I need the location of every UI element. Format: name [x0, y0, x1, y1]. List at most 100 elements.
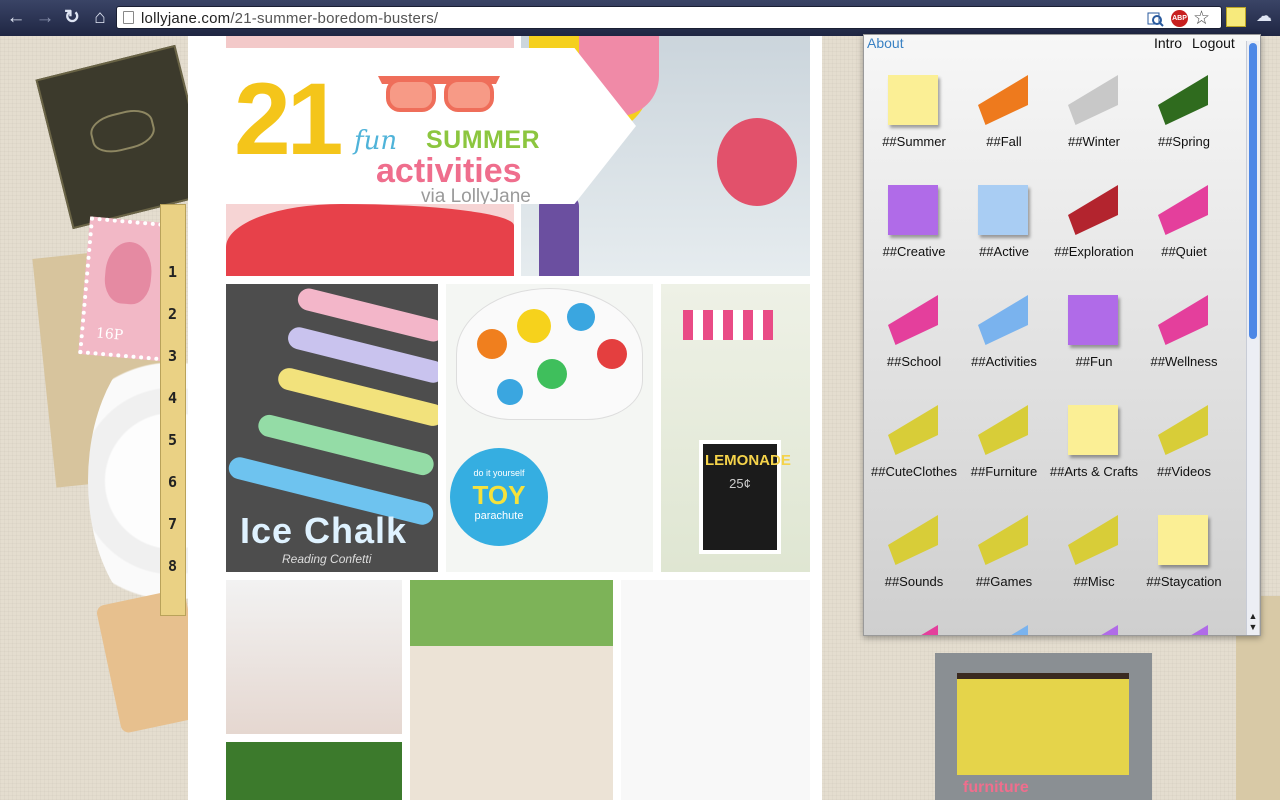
sticky-note-icon[interactable]	[1158, 405, 1208, 455]
category-note[interactable]	[1134, 625, 1224, 635]
sticky-note-icon[interactable]	[978, 75, 1028, 125]
sticky-note-icon[interactable]	[1158, 295, 1208, 345]
ruler-number: 3	[168, 347, 178, 365]
category-label[interactable]: ##Fall	[954, 134, 1054, 149]
furniture-photo[interactable]: furniture	[935, 653, 1152, 800]
sticky-note-icon[interactable]	[888, 515, 938, 565]
home-icon[interactable]: ⌂	[89, 7, 111, 29]
category-label[interactable]: ##Staycation	[1134, 574, 1234, 589]
sponge-balls-photo[interactable]	[226, 742, 402, 800]
category-note[interactable]: ##Creative	[864, 185, 954, 285]
category-note[interactable]: ##Spring	[1134, 75, 1224, 175]
category-label[interactable]: ##Spring	[1134, 134, 1234, 149]
intro-link[interactable]: Intro	[1154, 35, 1182, 51]
sticky-note-icon[interactable]	[1068, 405, 1118, 455]
sticky-note-icon[interactable]	[978, 405, 1028, 455]
finger-puppets-photo[interactable]	[226, 580, 402, 734]
cloud-icon[interactable]: ☁	[1253, 7, 1275, 27]
category-note[interactable]: ##Arts & Crafts	[1044, 405, 1138, 505]
sticky-note-icon[interactable]	[978, 295, 1028, 345]
category-label[interactable]: ##Summer	[864, 134, 964, 149]
sticky-note-icon[interactable]	[978, 185, 1028, 235]
category-note[interactable]: ##Active	[954, 185, 1044, 285]
category-label[interactable]: ##Activities	[954, 354, 1054, 369]
category-label[interactable]: ##Winter	[1044, 134, 1144, 149]
sticky-note-icon[interactable]	[1158, 515, 1208, 565]
toy-parachute-photo[interactable]: do it yourself TOY parachute	[446, 284, 653, 572]
logout-link[interactable]: Logout	[1192, 35, 1235, 51]
category-note[interactable]: ##Misc	[1044, 515, 1134, 615]
category-note[interactable]: ##Activities	[954, 295, 1044, 395]
lookup-icon[interactable]	[1147, 10, 1164, 27]
back-arrow-icon[interactable]: ←	[5, 7, 27, 29]
star-icon[interactable]: ☆	[1193, 9, 1210, 28]
sticky-note-icon[interactable]	[978, 515, 1028, 565]
sticky-note-icon[interactable]	[1158, 625, 1208, 635]
category-label[interactable]: ##Creative	[864, 244, 964, 259]
badge-sub-text: parachute	[474, 510, 524, 522]
category-label[interactable]: ##Quiet	[1134, 244, 1234, 259]
category-note[interactable]: ##Summer	[864, 75, 954, 175]
category-note[interactable]: ##Videos	[1134, 405, 1224, 505]
adblock-icon[interactable]: ABP	[1171, 10, 1188, 27]
scrollbar-thumb[interactable]	[1249, 43, 1257, 339]
sticky-note-icon[interactable]	[888, 75, 938, 125]
category-label[interactable]: ##Videos	[1134, 464, 1234, 479]
popup-scrollbar[interactable]: ▲ ▼	[1246, 41, 1259, 635]
category-note[interactable]	[864, 625, 954, 635]
scroll-down-arrow[interactable]: ▼	[1247, 622, 1259, 633]
reload-icon[interactable]: ↻	[61, 7, 83, 29]
category-note[interactable]	[954, 625, 1044, 635]
sticky-note-icon[interactable]	[1068, 295, 1118, 345]
category-note[interactable]: ##Wellness	[1134, 295, 1224, 395]
address-bar[interactable]: lollyjane.com/21-summer-boredom-busters/…	[116, 6, 1222, 29]
sticky-note-icon[interactable]	[978, 625, 1028, 635]
scroll-arrows[interactable]: ▲ ▼	[1247, 611, 1259, 633]
sticky-note-icon[interactable]	[1158, 185, 1208, 235]
category-note[interactable]: ##Winter	[1044, 75, 1134, 175]
category-note[interactable]: ##CuteClothes	[864, 405, 957, 505]
lemonade-price: 25¢	[729, 476, 751, 491]
sticky-note-icon[interactable]	[888, 625, 938, 635]
sticky-note-icon[interactable]	[1068, 515, 1118, 565]
category-note[interactable]: ##Exploration	[1044, 185, 1134, 285]
category-note[interactable]: ##Games	[954, 515, 1044, 615]
sticky-note-icon[interactable]	[1068, 185, 1118, 235]
about-link[interactable]: About	[867, 35, 904, 51]
sticky-note-icon[interactable]	[1068, 625, 1118, 635]
category-label[interactable]: ##Misc	[1044, 574, 1144, 589]
category-note[interactable]: ##Fun	[1044, 295, 1134, 395]
category-label[interactable]: ##School	[864, 354, 964, 369]
category-note[interactable]: ##Quiet	[1134, 185, 1224, 285]
category-label[interactable]: ##Sounds	[864, 574, 964, 589]
sticky-note-icon[interactable]	[888, 405, 938, 455]
category-label[interactable]: ##Exploration	[1044, 244, 1144, 259]
sticky-note-icon[interactable]	[888, 295, 938, 345]
sticky-note-icon[interactable]	[1068, 75, 1118, 125]
category-label[interactable]: ##Wellness	[1134, 354, 1234, 369]
sticky-note-icon[interactable]	[1226, 7, 1246, 27]
category-label[interactable]: ##CuteClothes	[864, 464, 964, 479]
category-note[interactable]: ##Furniture	[954, 405, 1044, 505]
sticky-note-icon[interactable]	[888, 185, 938, 235]
category-note[interactable]: ##Sounds	[864, 515, 954, 615]
sticky-note-icon[interactable]	[1158, 75, 1208, 125]
lemonade-stand-photo[interactable]: LEMONADE 25¢	[661, 284, 810, 572]
category-label[interactable]: ##Games	[954, 574, 1054, 589]
water-slide-photo[interactable]	[410, 580, 613, 800]
sunglasses-icon	[378, 76, 500, 112]
category-label[interactable]: ##Fun	[1044, 354, 1144, 369]
url-text[interactable]: lollyjane.com/21-summer-boredom-busters/	[141, 10, 438, 27]
category-note[interactable]: ##Staycation	[1134, 515, 1224, 615]
ice-chalk-photo[interactable]: Ice Chalk Reading Confetti	[226, 284, 438, 572]
crayon-cars-photo[interactable]	[621, 580, 810, 800]
category-label[interactable]: ##Arts & Crafts	[1044, 464, 1144, 479]
category-note[interactable]: ##School	[864, 295, 954, 395]
category-label[interactable]: ##Furniture	[954, 464, 1054, 479]
category-note[interactable]	[1044, 625, 1134, 635]
category-note[interactable]: ##Fall	[954, 75, 1044, 175]
red-jello	[226, 204, 514, 276]
category-label[interactable]: ##Active	[954, 244, 1054, 259]
scroll-up-arrow[interactable]: ▲	[1247, 611, 1259, 622]
forward-arrow-icon[interactable]: →	[34, 7, 56, 29]
